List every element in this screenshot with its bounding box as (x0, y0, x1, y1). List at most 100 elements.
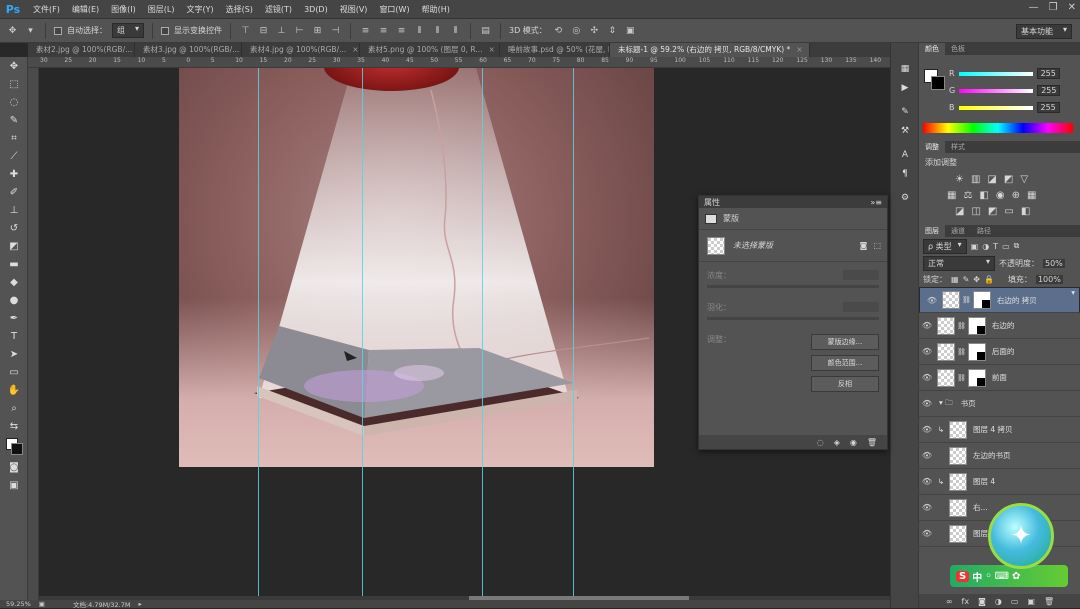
lock-all-icon[interactable]: 🔒 (984, 275, 994, 284)
density-field[interactable] (843, 270, 879, 280)
layer-thumbnail[interactable] (949, 420, 967, 439)
color-balance-icon[interactable]: ⚖ (963, 190, 972, 201)
fx-icon[interactable]: fx (962, 597, 970, 606)
align-bottom-icon[interactable]: ⊥ (275, 25, 288, 37)
background-color-swatch[interactable] (931, 76, 945, 90)
layer-name[interactable]: 左边的书页 (973, 450, 1011, 461)
threshold-icon[interactable]: ◩ (988, 206, 997, 217)
layer-thumbnail[interactable] (949, 524, 967, 543)
pixel-mask-icon[interactable]: ◙ (860, 241, 868, 250)
eraser-tool-icon[interactable]: ◩ (4, 238, 24, 255)
channel-mixer-icon[interactable]: ⊕ (1012, 190, 1020, 201)
tab-document[interactable]: 素材2.jpg @ 100%(RGB/...× (28, 43, 135, 57)
menu-window[interactable]: 窗口(W) (373, 4, 415, 15)
character-panel-icon[interactable]: A (896, 147, 914, 163)
path-select-tool-icon[interactable]: ➤ (4, 346, 24, 363)
visibility-eye-icon[interactable]: 👁 (924, 296, 940, 305)
visibility-eye-icon[interactable]: 👁 (919, 529, 935, 538)
hand-tool-icon[interactable]: ✋ (4, 382, 24, 399)
layer-name[interactable]: 右... (973, 502, 988, 513)
layer-thumbnail[interactable] (942, 291, 960, 309)
distribute-bottom-icon[interactable]: ≡ (395, 25, 408, 37)
filter-smart-icon[interactable]: ⧉ (1014, 241, 1020, 251)
layer-name[interactable]: 图层 4 (973, 476, 995, 487)
filter-shape-icon[interactable]: ▭ (1002, 242, 1010, 251)
layer-thumbnail[interactable] (949, 472, 967, 491)
ime-keyboard-icon[interactable]: ⌨ (995, 571, 1009, 582)
layer-name[interactable]: 右边的 拷贝 (997, 295, 1037, 306)
filter-type-icon[interactable]: T (993, 242, 998, 251)
layer-name[interactable]: 前面 (992, 372, 1007, 383)
default-colors-icon[interactable]: ⇆ (4, 418, 24, 435)
rectangle-tool-icon[interactable]: ▭ (4, 364, 24, 381)
tab-document[interactable]: 素材3.jpg @ 100%(RGB/...× (135, 43, 242, 57)
guide-line[interactable] (258, 68, 259, 596)
layer-thumbnail[interactable] (937, 316, 955, 335)
ime-toolbar[interactable]: S 中 ◦ ⌨ ✿ (950, 565, 1068, 587)
mask-edge-button[interactable]: 蒙版边缘... (811, 334, 879, 350)
color-swatches-icon[interactable] (4, 436, 24, 458)
document-canvas[interactable] (179, 68, 654, 467)
align-hcenter-icon[interactable]: ⊞ (311, 25, 324, 37)
menu-image[interactable]: 图像(I) (105, 4, 142, 15)
delete-layer-icon[interactable]: 🗑 (1044, 597, 1054, 606)
layer-row[interactable]: 👁 ▾ 🗀 书页 (919, 391, 1080, 417)
tab-layers[interactable]: 图层 (919, 225, 945, 237)
vector-mask-icon[interactable]: ⬚ (873, 241, 881, 250)
layer-row[interactable]: 👁 左边的书页 (919, 443, 1080, 469)
menu-layer[interactable]: 图层(L) (142, 4, 181, 15)
properties-panel-icon[interactable]: ⚙ (896, 190, 914, 206)
quick-mask-icon[interactable]: ◙ (4, 459, 24, 476)
3d-scale-icon[interactable]: ▣ (624, 25, 637, 37)
align-left-icon[interactable]: ⊢ (293, 25, 306, 37)
invert-icon[interactable]: ◪ (955, 206, 964, 217)
menu-3d[interactable]: 3D(D) (298, 5, 334, 14)
actions-panel-icon[interactable]: ▶ (896, 80, 914, 96)
3d-roll-icon[interactable]: ◎ (570, 25, 583, 37)
guide-line[interactable] (362, 68, 363, 596)
ime-tool-icon[interactable]: ✿ (1012, 571, 1020, 582)
filter-adjust-icon[interactable]: ◑ (982, 242, 989, 251)
lock-position-icon[interactable]: ✥ (973, 275, 980, 284)
fill-field[interactable]: 100% (1035, 274, 1063, 284)
new-group-icon[interactable]: ▭ (1011, 597, 1019, 606)
green-slider[interactable] (959, 88, 1034, 93)
close-tab-icon[interactable]: × (488, 45, 494, 54)
history-panel-icon[interactable]: ▦ (896, 61, 914, 77)
layer-mask-thumbnail[interactable] (972, 291, 991, 309)
color-range-button[interactable]: 颜色范围... (811, 355, 879, 371)
layer-mask-thumbnail[interactable] (967, 368, 986, 387)
sogou-icon[interactable]: S (956, 570, 970, 582)
feather-field[interactable] (843, 302, 879, 312)
minimize-icon[interactable]: — (1029, 2, 1039, 13)
gradient-tool-icon[interactable]: ▬ (4, 256, 24, 273)
layer-mask-thumbnail[interactable] (967, 316, 986, 335)
move-tool-icon[interactable]: ✥ (6, 25, 19, 37)
lasso-tool-icon[interactable]: ◌ (4, 94, 24, 111)
layer-thumbnail[interactable] (949, 446, 967, 465)
gradient-map-icon[interactable]: ▭ (1004, 206, 1013, 217)
visibility-eye-icon[interactable]: 👁 (919, 451, 935, 460)
layer-row[interactable]: 👁 ↳ 图层 4 (919, 469, 1080, 495)
close-tab-icon[interactable]: × (352, 45, 358, 54)
filter-pixel-icon[interactable]: ▣ (971, 242, 979, 251)
toggle-mask-icon[interactable]: ◉ (850, 438, 857, 447)
levels-icon[interactable]: ▥ (971, 174, 980, 185)
distribute-hcenter-icon[interactable]: ⫴ (431, 25, 444, 37)
link-layers-icon[interactable]: ∞ (946, 597, 953, 606)
layer-name[interactable]: 后面的 (992, 346, 1015, 357)
blue-value[interactable]: 255 (1036, 102, 1060, 113)
properties-titlebar[interactable]: 属性 »≡ (699, 196, 887, 208)
black-white-icon[interactable]: ◧ (979, 190, 988, 201)
visibility-eye-icon[interactable]: 👁 (919, 477, 935, 486)
guide-line[interactable] (573, 68, 574, 596)
link-icon[interactable]: ⛓ (957, 348, 966, 356)
tab-color[interactable]: 颜色 (919, 43, 945, 55)
apply-mask-icon[interactable]: ◈ (834, 438, 840, 447)
tab-document[interactable]: 素材5.png @ 100% (图层 0, R... × (360, 43, 500, 57)
layer-mask-thumbnail[interactable] (967, 342, 986, 361)
pen-tool-icon[interactable]: ✒ (4, 310, 24, 327)
lock-pixels-icon[interactable]: ✎ (963, 275, 970, 284)
align-vcenter-icon[interactable]: ⊟ (257, 25, 270, 37)
layer-thumbnail[interactable] (949, 498, 967, 517)
